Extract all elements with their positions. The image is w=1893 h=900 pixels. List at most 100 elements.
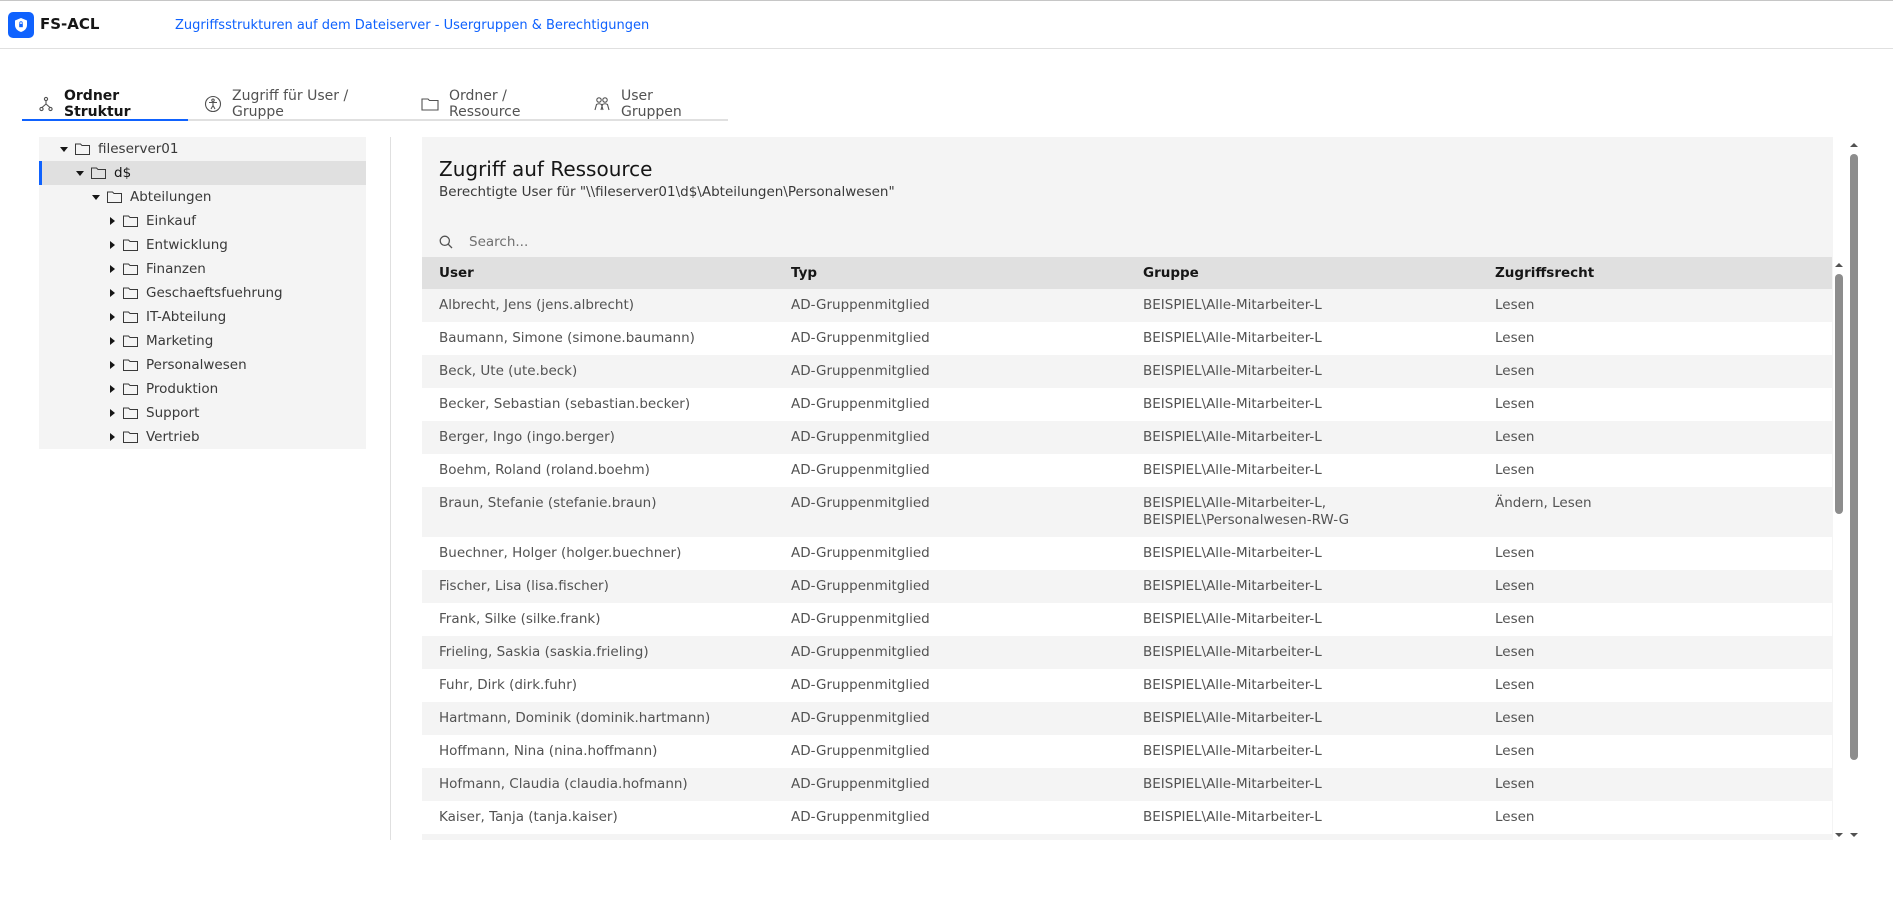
cell-typ: AD-Gruppenmitglied: [774, 801, 1126, 834]
column-header-typ[interactable]: Typ: [774, 257, 1126, 289]
caret-right-icon[interactable]: [105, 385, 119, 393]
tab-user-gruppen[interactable]: User Gruppen: [577, 88, 728, 121]
tab-ordner-ressource[interactable]: Ordner / Ressource: [405, 88, 577, 121]
table-row[interactable]: Boehm, Roland (roland.boehm) AD-Gruppenmi…: [422, 454, 1832, 487]
scroll-down-arrow-icon[interactable]: [1849, 830, 1859, 840]
cell-gruppe: BEISPIEL\Alle-Mitarbeiter-L: [1126, 388, 1478, 421]
scroll-up-arrow-icon[interactable]: [1849, 140, 1859, 150]
table-scrollbar[interactable]: [1834, 260, 1844, 840]
cell-user: Boehm, Roland (roland.boehm): [422, 454, 774, 487]
column-header-user[interactable]: User: [422, 257, 774, 289]
tree-item[interactable]: Einkauf: [39, 209, 366, 233]
table-row[interactable]: Fischer, Lisa (lisa.fischer) AD-Gruppenmi…: [422, 570, 1832, 603]
tab-label: Ordner Struktur: [64, 87, 131, 120]
tree-item[interactable]: Marketing: [39, 329, 366, 353]
tree-item-label: Support: [146, 405, 200, 421]
table-row[interactable]: Beck, Ute (ute.beck) AD-Gruppenmitglied BE…: [422, 355, 1832, 388]
tree-item-label: Geschaeftsfuehrung: [146, 285, 283, 301]
table-row[interactable]: Frieling, Saskia (saskia.frieling) AD-Gru…: [422, 636, 1832, 669]
table-row[interactable]: Becker, Sebastian (sebastian.becker) AD-G…: [422, 388, 1832, 421]
table-scrollbar-thumb[interactable]: [1835, 274, 1843, 514]
cell-typ: AD-Gruppenmitglied: [774, 570, 1126, 603]
tree-item[interactable]: Entwicklung: [39, 233, 366, 257]
cell-typ: AD-Gruppenmitglied: [774, 735, 1126, 768]
table-row[interactable]: Frank, Silke (silke.frank) AD-Gruppenmitg…: [422, 603, 1832, 636]
table-row[interactable]: Baumann, Simone (simone.baumann) AD-Grupp…: [422, 322, 1832, 355]
caret-down-icon[interactable]: [89, 193, 103, 201]
cell-gruppe: BEISPIEL\Alle-Mitarbeiter-L: [1126, 355, 1478, 388]
column-header-gruppe[interactable]: Gruppe: [1126, 257, 1478, 289]
tab-ordner-struktur[interactable]: Ordner Struktur: [22, 88, 188, 121]
caret-down-icon[interactable]: [73, 169, 87, 177]
cell-gruppe: BEISPIEL\Alle-Mitarbeiter-L: [1126, 702, 1478, 735]
table-row[interactable]: Buechner, Holger (holger.buechner) AD-Gru…: [422, 537, 1832, 570]
cell-gruppe: BEISPIEL\Alle-Mitarbeiter-L: [1126, 322, 1478, 355]
caret-right-icon[interactable]: [105, 289, 119, 297]
cell-typ: AD-Gruppenmitglied: [774, 603, 1126, 636]
app-name: FS-ACL: [40, 15, 100, 33]
tree-item[interactable]: fileserver01: [39, 137, 366, 161]
tree-item-label: fileserver01: [98, 141, 179, 157]
tab-zugriff-user-gruppe[interactable]: Zugriff für User / Gruppe: [188, 88, 405, 121]
tree-item[interactable]: Geschaeftsfuehrung: [39, 281, 366, 305]
scroll-down-arrow-icon[interactable]: [1834, 830, 1844, 840]
cell-zugriffsrecht: Lesen: [1478, 454, 1832, 487]
tree-item[interactable]: Abteilungen: [39, 185, 366, 209]
cell-zugriffsrecht: Lesen: [1478, 322, 1832, 355]
caret-right-icon[interactable]: [105, 217, 119, 225]
resource-access-panel: Zugriff auf Ressource Berechtigte User f…: [422, 137, 1833, 840]
caret-right-icon[interactable]: [105, 337, 119, 345]
table-row[interactable]: Hoffmann, Nina (nina.hoffmann) AD-Gruppen…: [422, 735, 1832, 768]
tree-item[interactable]: IT-Abteilung: [39, 305, 366, 329]
tree-item-label: Einkauf: [146, 213, 196, 229]
cell-gruppe: BEISPIEL\Alle-Mitarbeiter-L: [1126, 421, 1478, 454]
folder-icon: [91, 167, 106, 179]
cell-zugriffsrecht: Lesen: [1478, 355, 1832, 388]
caret-down-icon[interactable]: [57, 145, 71, 153]
cell-typ: AD-Gruppenmitglied: [774, 421, 1126, 454]
table-row[interactable]: Berger, Ingo (ingo.berger) AD-Gruppenmitg…: [422, 421, 1832, 454]
page-scrollbar-thumb[interactable]: [1850, 154, 1858, 760]
table-row[interactable]: Kaiser, Tanja (tanja.kaiser) AD-Gruppenmi…: [422, 801, 1832, 834]
caret-right-icon[interactable]: [105, 241, 119, 249]
access-table-wrapper: User Typ Gruppe Zugriffsrecht Albrecht, …: [422, 257, 1833, 840]
tree-item[interactable]: d$: [39, 161, 366, 185]
tree-item[interactable]: Support: [39, 401, 366, 425]
tab-label: Zugriff für User / Gruppe: [232, 87, 349, 120]
page-scrollbar[interactable]: [1849, 140, 1859, 840]
tree-item[interactable]: Personalwesen: [39, 353, 366, 377]
cell-zugriffsrecht: Lesen: [1478, 669, 1832, 702]
cell-gruppe: BEISPIEL\Alle-Mitarbeiter-L: [1126, 801, 1478, 834]
tree-item[interactable]: Produktion: [39, 377, 366, 401]
folder-icon: [123, 263, 138, 275]
table-row[interactable]: Braun, Stefanie (stefanie.braun) AD-Grupp…: [422, 487, 1832, 537]
cell-typ: AD-Gruppenmitglied: [774, 487, 1126, 537]
caret-right-icon[interactable]: [105, 409, 119, 417]
tree-item-label: IT-Abteilung: [146, 309, 227, 325]
cell-typ: AD-Gruppenmitglied: [774, 388, 1126, 421]
column-header-zugriffsrecht[interactable]: Zugriffsrecht: [1478, 257, 1832, 289]
main-tabs: Ordner Struktur Zugriff für User / Grupp…: [22, 88, 728, 121]
cell-zugriffsrecht: Lesen: [1478, 421, 1832, 454]
folder-icon: [123, 383, 138, 395]
table-row[interactable]: Hartmann, Dominik (dominik.hartmann) AD-G…: [422, 702, 1832, 735]
caret-right-icon[interactable]: [105, 433, 119, 441]
caret-right-icon[interactable]: [105, 361, 119, 369]
cell-typ: AD-Gruppenmitglied: [774, 322, 1126, 355]
shield-logo-icon: [8, 12, 34, 38]
tree-item[interactable]: Finanzen: [39, 257, 366, 281]
cell-gruppe: BEISPIEL\Alle-Mitarbeiter-L: [1126, 735, 1478, 768]
tree-item[interactable]: Vertrieb: [39, 425, 366, 449]
search-bar: [422, 226, 1833, 258]
cell-typ: AD-Gruppenmitglied: [774, 636, 1126, 669]
table-row[interactable]: Albrecht, Jens (jens.albrecht) AD-Gruppen…: [422, 289, 1832, 322]
caret-right-icon[interactable]: [105, 313, 119, 321]
table-row[interactable]: Hofmann, Claudia (claudia.hofmann) AD-Gru…: [422, 768, 1832, 801]
scroll-up-arrow-icon[interactable]: [1834, 260, 1844, 270]
tab-label: Ordner / Ressource: [449, 87, 521, 120]
cell-user: Frank, Silke (silke.frank): [422, 603, 774, 636]
table-row[interactable]: Fuhr, Dirk (dirk.fuhr) AD-Gruppenmitglied…: [422, 669, 1832, 702]
search-input[interactable]: [469, 230, 969, 254]
caret-right-icon[interactable]: [105, 265, 119, 273]
cell-typ: AD-Gruppenmitglied: [774, 454, 1126, 487]
